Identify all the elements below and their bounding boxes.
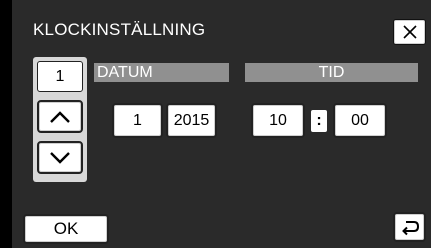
increase-button[interactable] xyxy=(37,100,83,133)
minute-field[interactable]: 00 xyxy=(333,103,387,138)
decrease-button[interactable] xyxy=(37,141,83,174)
chevron-up-icon xyxy=(49,110,71,124)
year-field[interactable]: 2015 xyxy=(166,103,217,138)
chevron-down-icon xyxy=(49,151,71,165)
time-separator: : xyxy=(308,103,330,138)
day-field[interactable]: 1 xyxy=(112,103,163,138)
close-icon xyxy=(402,24,418,40)
page-title: KLOCKINSTÄLLNING xyxy=(33,20,206,39)
ok-button[interactable]: OK xyxy=(23,214,109,244)
hour-field[interactable]: 10 xyxy=(251,103,305,138)
time-section-header: TID xyxy=(245,63,418,82)
date-section-header: DATUM xyxy=(94,63,229,82)
selected-value-display: 1 xyxy=(37,61,83,92)
close-button[interactable] xyxy=(393,19,426,45)
return-icon xyxy=(400,218,420,236)
back-button[interactable] xyxy=(393,212,426,242)
